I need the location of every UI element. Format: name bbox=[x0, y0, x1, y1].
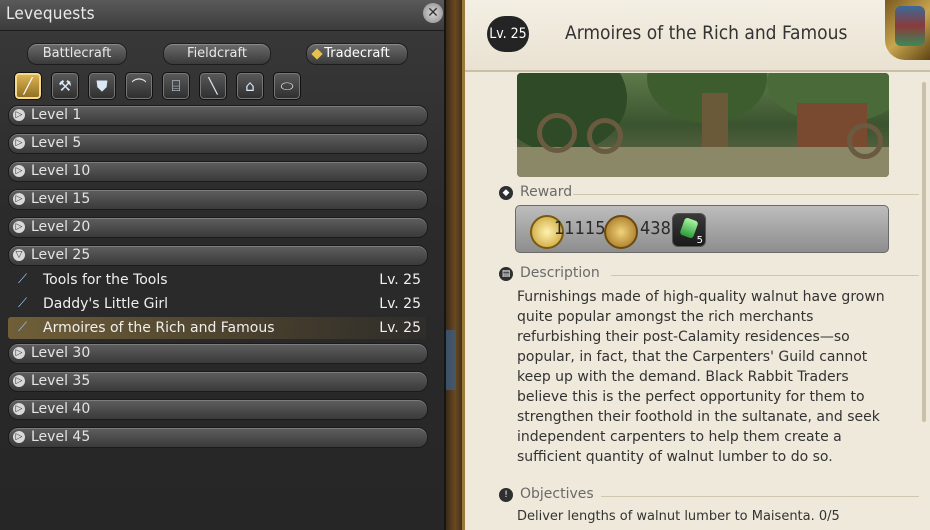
ornament-frame-icon bbox=[885, 0, 930, 60]
level-group-header[interactable]: ▷ Level 5 bbox=[8, 133, 428, 154]
detail-scrollbar[interactable] bbox=[922, 82, 926, 422]
objectives-heading: Objectives bbox=[520, 486, 594, 502]
level-group-label: Level 35 bbox=[31, 373, 91, 389]
level-group-header[interactable]: ▷ Level 1 bbox=[8, 105, 428, 126]
level-group-label: Level 30 bbox=[31, 345, 91, 361]
close-icon[interactable]: ✕ bbox=[423, 3, 443, 23]
description-section-icon: ▤ bbox=[499, 267, 513, 281]
expand-right-icon: ▷ bbox=[13, 403, 25, 415]
expand-right-icon: ▷ bbox=[13, 137, 25, 149]
level-group-header[interactable]: ▷ Level 15 bbox=[8, 189, 428, 210]
expand-down-icon: ▽ bbox=[13, 249, 25, 261]
expand-right-icon: ▷ bbox=[13, 221, 25, 233]
level-group-header[interactable]: ▽ Level 25 bbox=[8, 245, 428, 266]
leve-list-item[interactable]: ⟋ Daddy's Little Girl Lv. 25 bbox=[8, 293, 426, 315]
level-group-label: Level 5 bbox=[31, 135, 82, 151]
level-group-label: Level 15 bbox=[31, 191, 91, 207]
leve-level: Lv. 25 bbox=[379, 320, 421, 336]
carpenter-icon: ⟋ bbox=[18, 296, 28, 311]
tab-battlecraft[interactable]: Battlecraft bbox=[27, 43, 127, 65]
reward-section-icon: ◆ bbox=[499, 186, 513, 200]
gil-icon[interactable] bbox=[604, 215, 638, 249]
tab-tradecraft-label: Tradecraft bbox=[324, 46, 390, 61]
culinarian-icon[interactable]: ⬭ bbox=[273, 72, 301, 100]
levequests-panel: Levequests ✕ Battlecraft Fieldcraft Trad… bbox=[0, 0, 446, 530]
level-group-label: Level 1 bbox=[31, 107, 82, 123]
description-heading: Description bbox=[520, 265, 600, 281]
leve-name: Tools for the Tools bbox=[43, 272, 168, 288]
blacksmith-icon[interactable]: ⚒ bbox=[51, 72, 79, 100]
objectives-section-icon: ! bbox=[499, 488, 513, 502]
reward-box: 11115 438 5 bbox=[515, 205, 889, 253]
divider bbox=[573, 194, 919, 195]
exp-reward: 11115 bbox=[554, 218, 606, 239]
objective-text: Deliver lengths of walnut lumber to Mais… bbox=[517, 509, 840, 524]
quest-title: Armoires of the Rich and Famous bbox=[565, 22, 848, 44]
level-group-label: Level 10 bbox=[31, 163, 91, 179]
carpenter-icon[interactable]: ╱ bbox=[14, 72, 42, 100]
level-group-header[interactable]: ▷ Level 30 bbox=[8, 343, 428, 364]
tab-fieldcraft-label: Fieldcraft bbox=[187, 46, 247, 61]
expand-right-icon: ▷ bbox=[13, 193, 25, 205]
expand-right-icon: ▷ bbox=[13, 375, 25, 387]
crystal-count: 5 bbox=[696, 235, 703, 246]
expand-right-icon: ▷ bbox=[13, 431, 25, 443]
crystal-icon[interactable]: 5 bbox=[672, 213, 706, 247]
level-group-label: Level 40 bbox=[31, 401, 91, 417]
leve-list-item[interactable]: ⟋ Tools for the Tools Lv. 25 bbox=[8, 269, 426, 291]
active-tab-indicator-icon bbox=[311, 48, 323, 60]
level-group-header[interactable]: ▷ Level 20 bbox=[8, 217, 428, 238]
quest-location-image bbox=[517, 73, 889, 177]
level-group-label: Level 25 bbox=[31, 247, 91, 263]
expand-right-icon: ▷ bbox=[13, 165, 25, 177]
level-group-header[interactable]: ▷ Level 10 bbox=[8, 161, 428, 182]
leve-level: Lv. 25 bbox=[379, 296, 421, 312]
armorer-icon[interactable]: ⛊ bbox=[88, 72, 116, 100]
reward-heading: Reward bbox=[520, 184, 573, 200]
leve-name: Armoires of the Rich and Famous bbox=[43, 320, 275, 336]
title-bar[interactable]: Levequests ✕ bbox=[0, 0, 444, 31]
carpenter-icon: ⟋ bbox=[18, 272, 28, 287]
carpenter-icon: ⟋ bbox=[18, 320, 28, 335]
leve-detail-panel: Lv. 25 Armoires of the Rich and Famous ◆… bbox=[462, 0, 930, 530]
tab-battlecraft-label: Battlecraft bbox=[42, 46, 112, 61]
leve-level: Lv. 25 bbox=[379, 272, 421, 288]
leve-name: Daddy's Little Girl bbox=[43, 296, 169, 312]
window-title: Levequests bbox=[6, 4, 95, 24]
background-glow bbox=[446, 330, 456, 390]
alchemist-icon[interactable]: ⌂ bbox=[236, 72, 264, 100]
tab-tradecraft[interactable]: Tradecraft bbox=[306, 43, 408, 65]
expand-right-icon: ▷ bbox=[13, 109, 25, 121]
level-group-label: Level 45 bbox=[31, 429, 91, 445]
divider bbox=[601, 496, 919, 497]
leve-list-item[interactable]: ⟋ Armoires of the Rich and Famous Lv. 25 bbox=[8, 317, 426, 339]
leatherworker-icon[interactable]: ⌸ bbox=[162, 72, 190, 100]
quest-description: Furnishings made of high-quality walnut … bbox=[517, 289, 885, 465]
tab-fieldcraft[interactable]: Fieldcraft bbox=[163, 43, 271, 65]
level-group-header[interactable]: ▷ Level 40 bbox=[8, 399, 428, 420]
level-badge: Lv. 25 bbox=[487, 16, 529, 52]
goldsmith-icon[interactable]: ⌒ bbox=[125, 72, 153, 100]
divider bbox=[611, 275, 919, 276]
level-group-header[interactable]: ▷ Level 35 bbox=[8, 371, 428, 392]
detail-header: Lv. 25 Armoires of the Rich and Famous bbox=[465, 0, 930, 72]
weaver-icon[interactable]: ╲ bbox=[199, 72, 227, 100]
expand-right-icon: ▷ bbox=[13, 347, 25, 359]
gil-reward: 438 bbox=[640, 218, 671, 239]
level-group-header[interactable]: ▷ Level 45 bbox=[8, 427, 428, 448]
level-group-label: Level 20 bbox=[31, 219, 91, 235]
